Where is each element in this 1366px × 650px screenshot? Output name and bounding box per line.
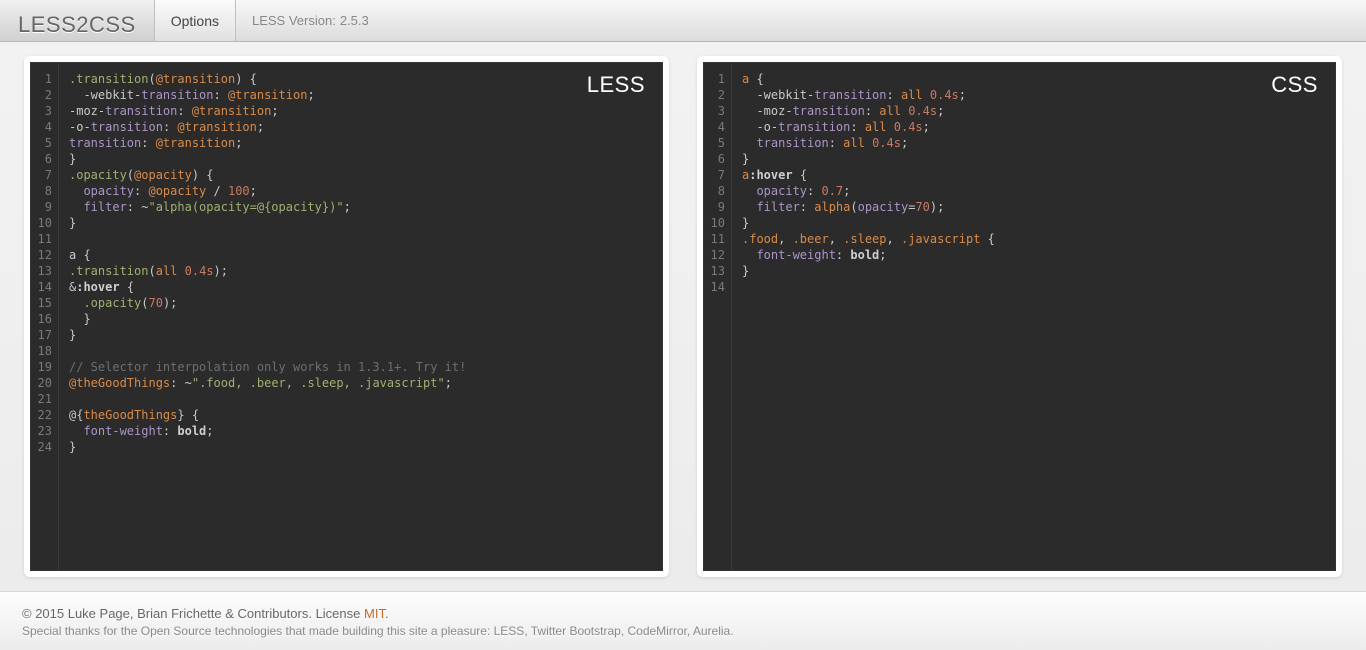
css-editor[interactable]: 1234567891011121314 a { -webkit-transiti…	[703, 62, 1336, 571]
less-gutter: 123456789101112131415161718192021222324	[31, 63, 59, 570]
options-button[interactable]: Options	[155, 0, 236, 41]
mit-link[interactable]: MIT	[364, 606, 385, 621]
thanks-prefix: Special thanks for the Open Source techn…	[22, 624, 494, 638]
css-code-area: a { -webkit-transition: all 0.4s; -moz-t…	[732, 63, 1335, 570]
less-panel: 123456789101112131415161718192021222324 …	[24, 56, 669, 577]
version-label: LESS Version:	[252, 13, 336, 28]
copyright-suffix: .	[385, 606, 389, 621]
less-code-area[interactable]: .transition(@transition) { -webkit-trans…	[59, 63, 662, 570]
header-bar: LESS2CSS Options LESS Version: 2.5.3	[0, 0, 1366, 42]
footer-thanks: Special thanks for the Open Source techn…	[22, 624, 1344, 638]
copyright-text: © 2015 Luke Page, Brian Frichette & Cont…	[22, 606, 364, 621]
footer-link[interactable]: CodeMirror	[627, 624, 686, 638]
brand-title: LESS2CSS	[0, 0, 155, 41]
footer-link[interactable]: Aurelia	[693, 624, 730, 638]
thanks-suffix: .	[730, 624, 733, 638]
version-value: 2.5.3	[340, 13, 369, 28]
footer-copyright: © 2015 Luke Page, Brian Frichette & Cont…	[22, 606, 1344, 621]
footer: © 2015 Luke Page, Brian Frichette & Cont…	[0, 591, 1366, 650]
css-gutter: 1234567891011121314	[704, 63, 732, 570]
footer-link[interactable]: LESS	[494, 624, 525, 638]
main-area: 123456789101112131415161718192021222324 …	[0, 42, 1366, 591]
version-display: LESS Version: 2.5.3	[236, 0, 385, 41]
less-editor[interactable]: 123456789101112131415161718192021222324 …	[30, 62, 663, 571]
footer-link[interactable]: Twitter Bootstrap	[531, 624, 621, 638]
css-panel: 1234567891011121314 a { -webkit-transiti…	[697, 56, 1342, 577]
